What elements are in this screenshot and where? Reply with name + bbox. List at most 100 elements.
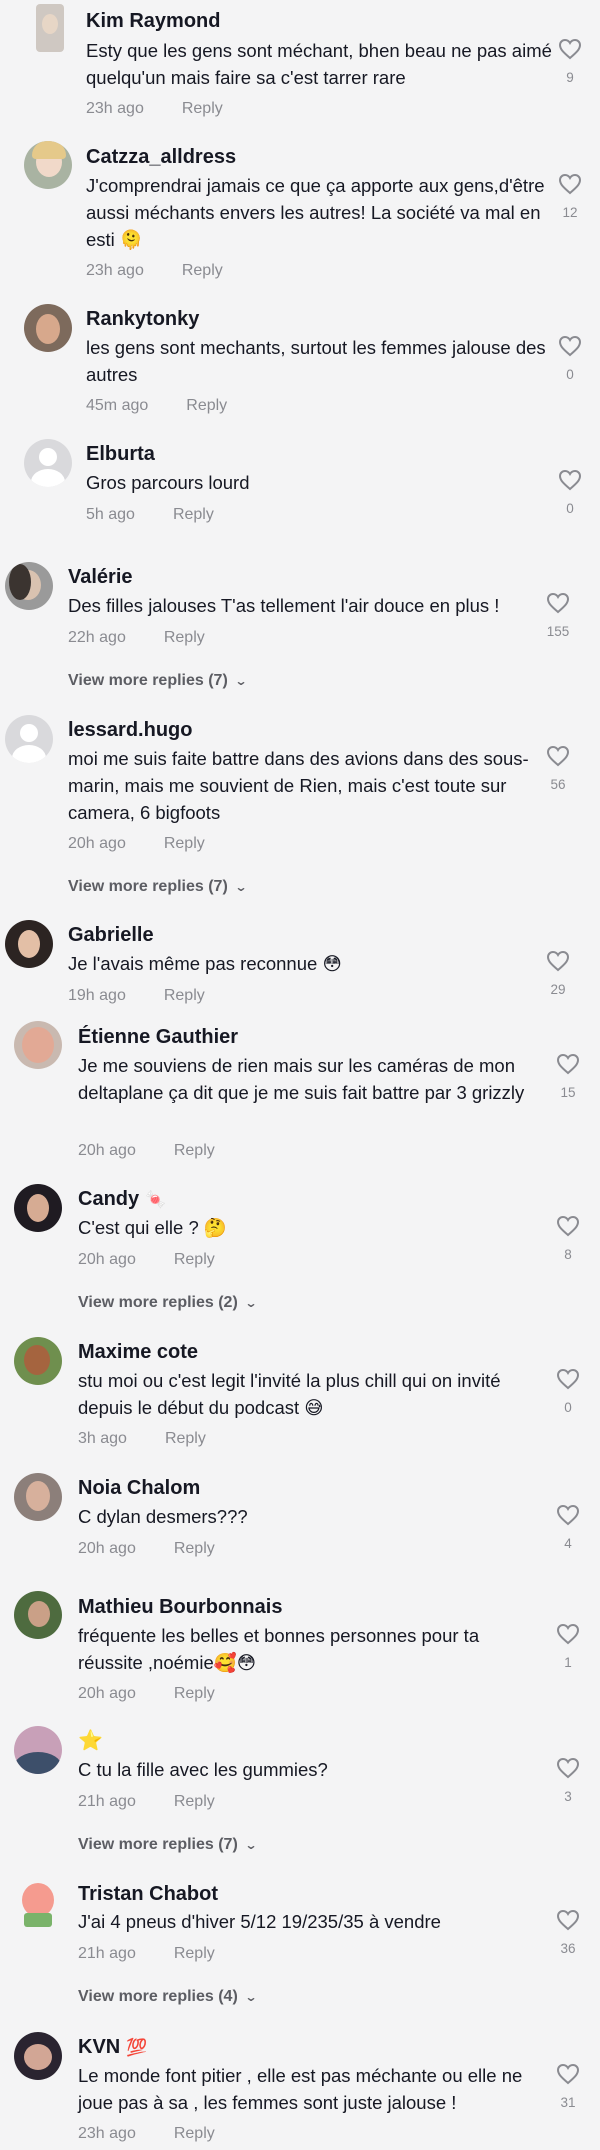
view-more-replies-button[interactable]: View more replies (4) ⌄ (78, 1988, 258, 2006)
reply-button[interactable]: Reply (186, 397, 227, 414)
comment-text: Je l'avais même pas reconnue 😳 (68, 953, 342, 974)
reply-button[interactable]: Reply (174, 1540, 215, 1557)
chevron-down-icon: ⌄ (244, 1838, 258, 1852)
comment-author[interactable]: Mathieu Bourbonnais (78, 1595, 282, 1619)
view-more-replies-button[interactable]: View more replies (7) ⌄ (78, 1836, 258, 1854)
avatar[interactable] (36, 4, 64, 52)
comment-time: 23h ago (86, 262, 144, 279)
reply-button[interactable]: Reply (174, 1945, 215, 1962)
reply-button[interactable]: Reply (164, 835, 205, 852)
like-count: 15 (560, 1085, 576, 1100)
reply-button[interactable]: Reply (164, 629, 205, 646)
like-button[interactable]: 12 (550, 173, 590, 220)
avatar[interactable] (14, 1879, 62, 1927)
avatar[interactable] (14, 1337, 62, 1385)
like-button[interactable]: 36 (548, 1909, 588, 1956)
comment-text: C'est qui elle ? 🤔 (78, 1217, 227, 1238)
avatar[interactable] (14, 1726, 62, 1774)
comment-author[interactable]: Kim Raymond (86, 9, 220, 33)
reply-button[interactable]: Reply (173, 506, 214, 523)
reply-button[interactable]: Reply (174, 1251, 215, 1268)
comment-author[interactable]: Tristan Chabot (78, 1882, 218, 1906)
view-more-replies-button[interactable]: View more replies (7) ⌄ (68, 878, 248, 896)
like-count: 12 (562, 205, 578, 220)
comment-author[interactable]: Étienne Gauthier (78, 1025, 238, 1049)
like-button[interactable]: 9 (550, 38, 590, 85)
avatar[interactable] (14, 1591, 62, 1639)
reply-button[interactable]: Reply (174, 1142, 215, 1159)
comment-author[interactable]: Catzza_alldress (86, 145, 236, 169)
chevron-down-icon: ⌄ (234, 880, 248, 894)
chevron-down-icon: ⌄ (244, 1990, 258, 2004)
reply-button[interactable]: Reply (182, 100, 223, 117)
reply-button[interactable]: Reply (164, 987, 205, 1004)
comment-time: 21h ago (78, 1945, 136, 1962)
reply-button[interactable]: Reply (174, 1685, 215, 1702)
comment-time: 20h ago (78, 1540, 136, 1557)
like-button[interactable]: 3 (548, 1757, 588, 1804)
comment-author[interactable]: Candy 🍬 (78, 1187, 166, 1212)
comment-text: fréquente les belles et bonnes personnes… (78, 1625, 480, 1673)
comment-meta: 19h ago Reply (68, 987, 205, 1005)
avatar[interactable] (14, 1184, 62, 1232)
avatar[interactable] (24, 141, 72, 189)
like-button[interactable]: 4 (548, 1504, 588, 1551)
reply-button[interactable]: Reply (174, 1793, 215, 1810)
comment-text: J'comprendrai jamais ce que ça apporte a… (86, 175, 545, 250)
comment-author[interactable]: ⭐ (78, 1729, 103, 1753)
chevron-down-icon: ⌄ (234, 674, 248, 688)
comment-meta: 20h ago Reply (78, 1251, 215, 1269)
comment-meta: 3h ago Reply (78, 1430, 206, 1448)
comment-author[interactable]: KVN 💯 (78, 2035, 147, 2060)
default-avatar-icon[interactable] (5, 715, 53, 763)
reply-button[interactable]: Reply (182, 262, 223, 279)
heart-outline-icon (556, 1909, 580, 1931)
comment-author[interactable]: Valérie (68, 565, 133, 589)
comment-text: Le monde font pitier , elle est pas méch… (78, 2065, 523, 2113)
view-more-replies-button[interactable]: View more replies (7) ⌄ (68, 672, 248, 690)
heart-outline-icon (556, 1053, 580, 1075)
comment-author[interactable]: Maxime cote (78, 1340, 198, 1364)
comment-author-name: KVN (78, 2036, 121, 2058)
like-count: 4 (564, 1536, 572, 1551)
reply-button[interactable]: Reply (174, 2125, 215, 2142)
like-button[interactable]: 8 (548, 1215, 588, 1262)
avatar[interactable] (14, 1021, 62, 1069)
comment-text: les gens sont mechants, surtout les femm… (86, 337, 546, 385)
like-button[interactable]: 0 (548, 1368, 588, 1415)
avatar[interactable] (14, 2032, 62, 2080)
heart-outline-icon (556, 1504, 580, 1526)
like-count: 0 (566, 367, 574, 382)
heart-outline-icon (556, 1757, 580, 1779)
comment-meta: 22h ago Reply (68, 629, 205, 647)
comment-time: 45m ago (86, 397, 149, 414)
comment-author[interactable]: Gabrielle (68, 923, 154, 947)
comment-author[interactable]: Noia Chalom (78, 1476, 200, 1500)
avatar[interactable] (5, 920, 53, 968)
avatar[interactable] (24, 304, 72, 352)
like-button[interactable]: 15 (548, 1053, 588, 1100)
comment-author[interactable]: Elburta (86, 442, 155, 466)
comment-text: C tu la fille avec les gummies? (78, 1759, 328, 1780)
view-more-replies-button[interactable]: View more replies (2) ⌄ (78, 1294, 257, 1312)
comment-author[interactable]: Rankytonky (86, 307, 199, 331)
like-button[interactable]: 0 (550, 469, 590, 516)
comment-time: 20h ago (68, 835, 126, 852)
like-count: 29 (550, 982, 566, 997)
comment-meta: 21h ago Reply (78, 1945, 215, 1963)
like-button[interactable]: 1 (548, 1623, 588, 1670)
heart-outline-icon (558, 335, 582, 357)
default-avatar-icon[interactable] (24, 439, 72, 487)
like-button[interactable]: 0 (550, 335, 590, 382)
avatar[interactable] (14, 1473, 62, 1521)
like-button[interactable]: 56 (538, 745, 578, 792)
comment-time: 20h ago (78, 1142, 136, 1159)
like-button[interactable]: 29 (538, 950, 578, 997)
comment-time: 23h ago (78, 2125, 136, 2142)
like-button[interactable]: 31 (548, 2063, 588, 2110)
comment-author[interactable]: lessard.hugo (68, 718, 192, 742)
comment-meta: 20h ago Reply (78, 1540, 215, 1558)
reply-button[interactable]: Reply (165, 1430, 206, 1447)
avatar[interactable] (5, 562, 53, 610)
like-button[interactable]: 155 (538, 592, 578, 639)
